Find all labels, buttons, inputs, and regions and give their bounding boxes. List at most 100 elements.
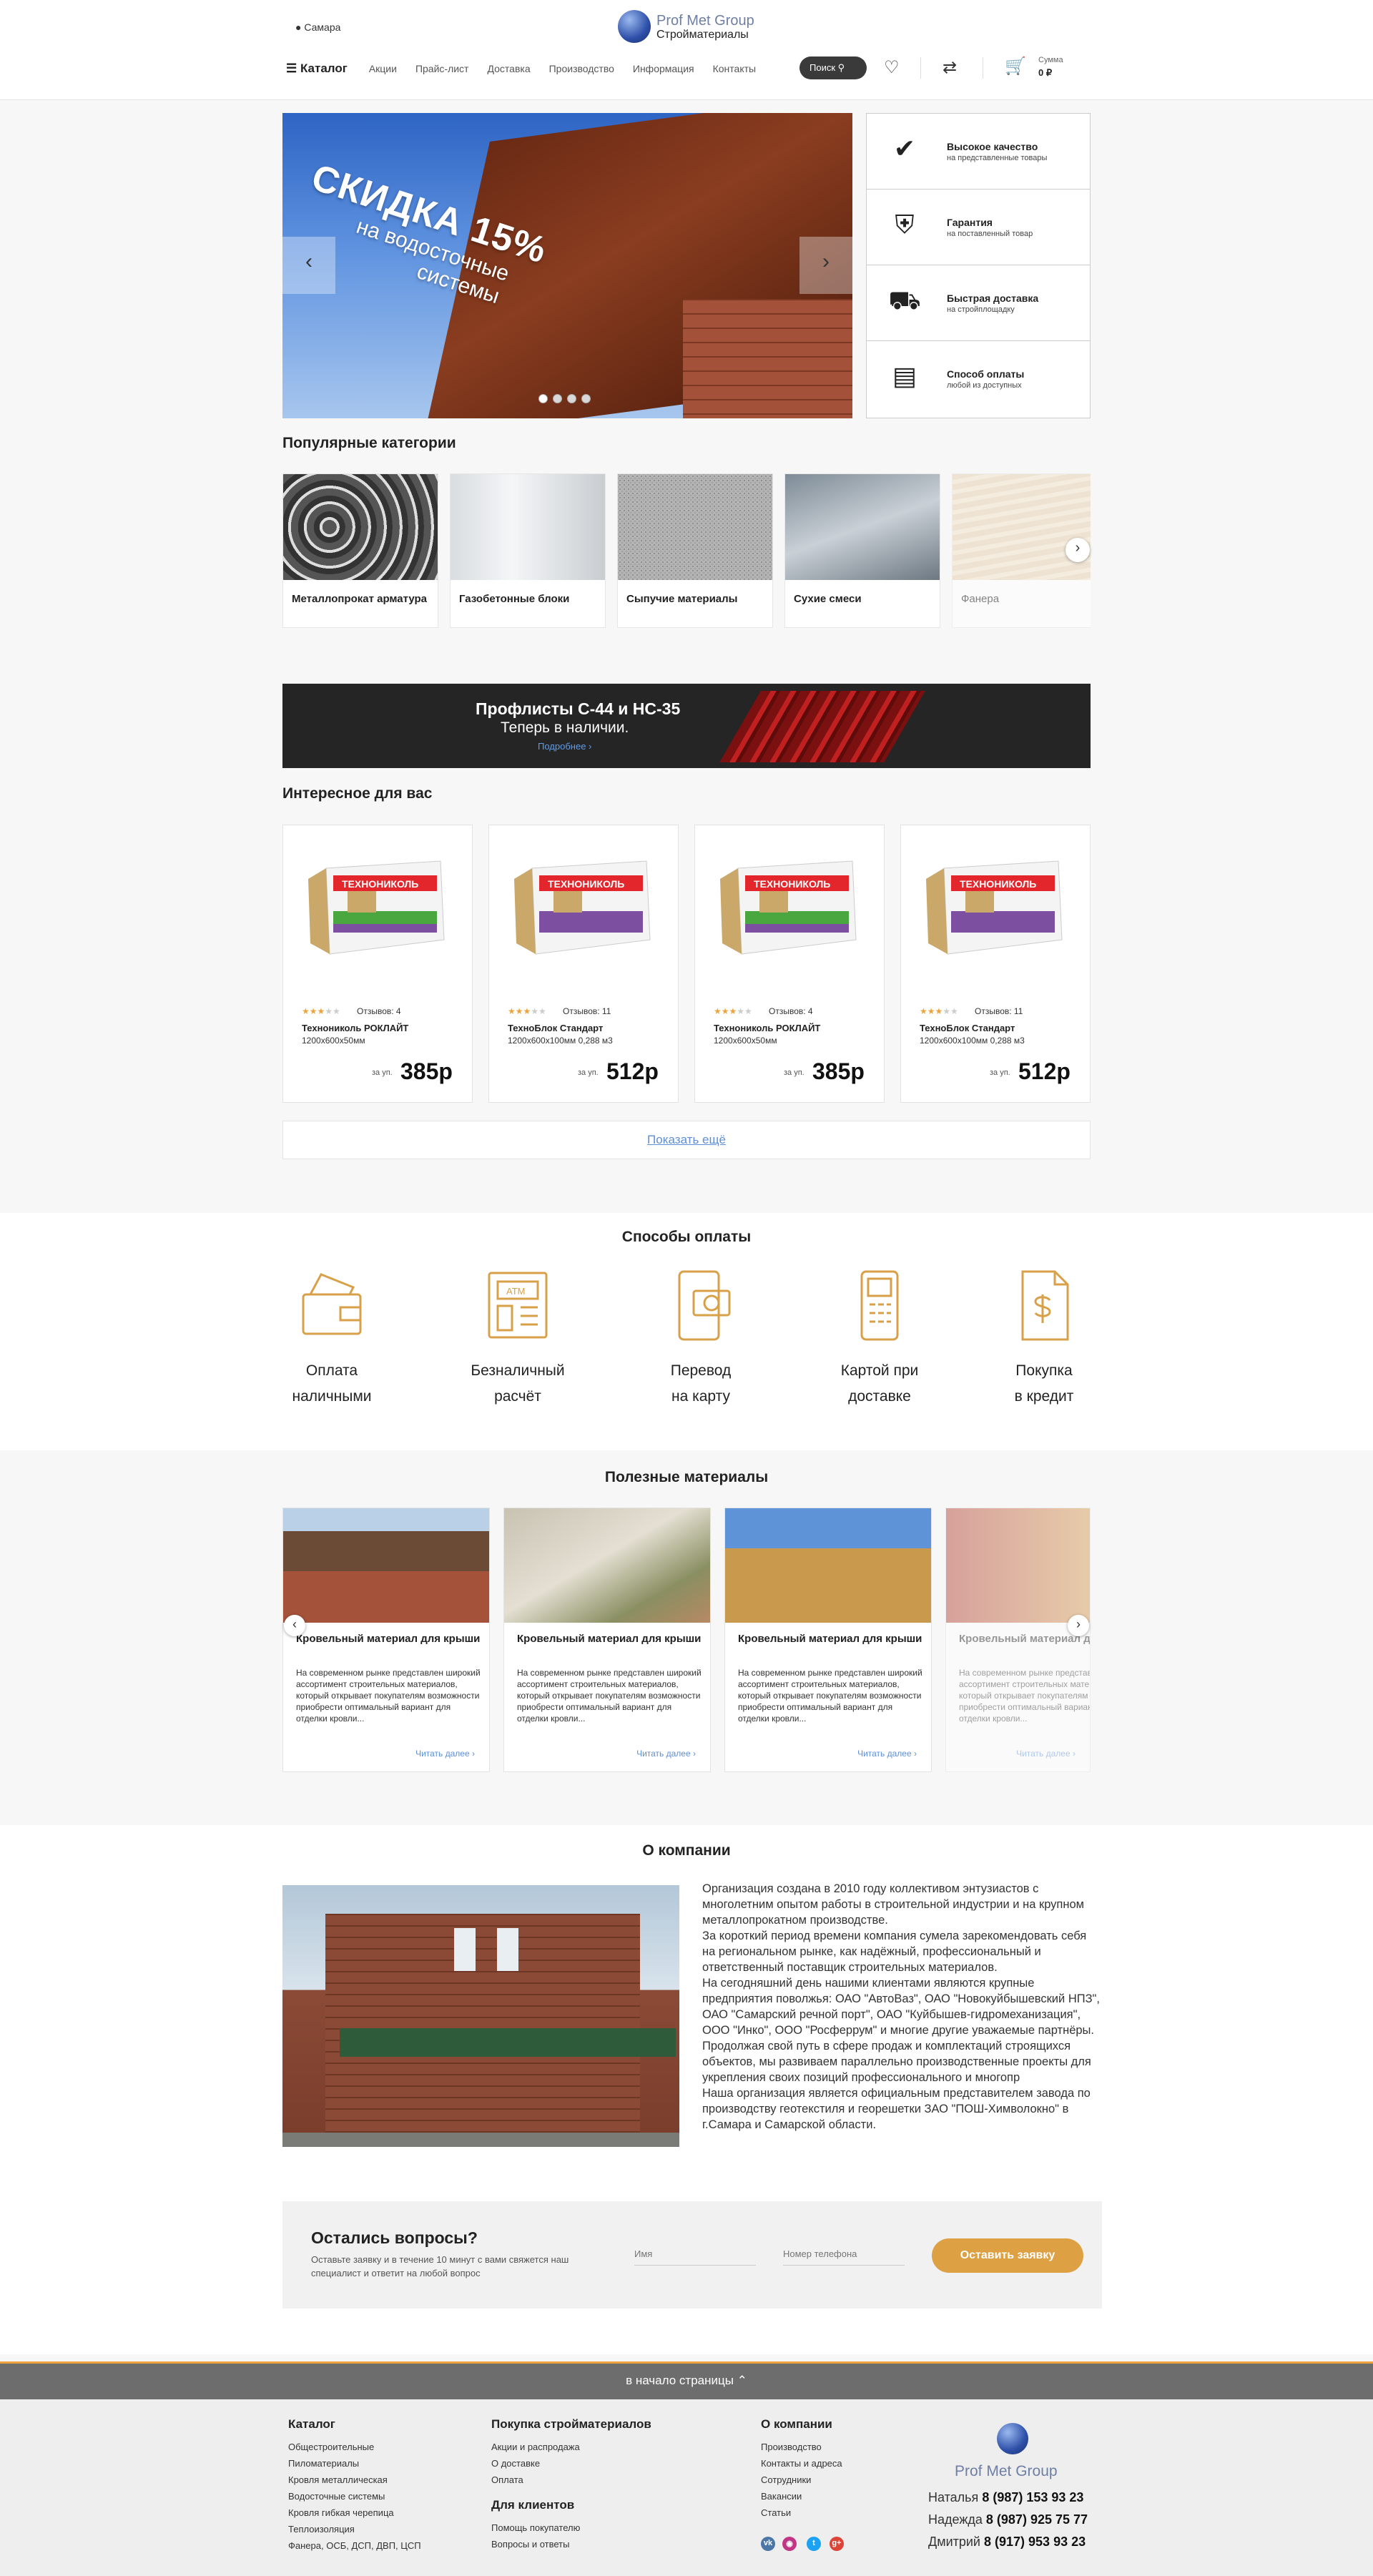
product-dims: 1200х600х100мм 0,288 м3 [920,1036,1025,1046]
read-more-link[interactable]: Читать далее › [636,1749,696,1759]
product-card[interactable]: ТЕХНОНИКОЛЬ ★★★★★ Отзывов: 4 Технониколь… [282,825,473,1103]
phone-number[interactable]: 8 (987) 925 75 77 [986,2512,1088,2527]
google-plus-icon[interactable]: g+ [830,2537,844,2551]
footer-link[interactable]: Акции и распродажа [491,2439,651,2455]
slider-dot[interactable] [581,394,591,403]
categories-next-button[interactable]: › [1066,538,1090,562]
footer-link[interactable]: Водосточные системы [288,2488,421,2504]
payment-label: Картой при [840,1362,919,1379]
categories-carousel: Металлопрокат арматура Газобетонные блок… [282,473,1091,628]
site-logo[interactable]: Prof Met Group Стройматериалы [618,10,761,46]
review-count[interactable]: Отзывов: 11 [563,1006,611,1016]
product-card[interactable]: ТЕХНОНИКОЛЬ ★★★★★ Отзывов: 11 ТехноБлок … [900,825,1091,1103]
feature-subtitle: на стройплощадку [947,305,1015,314]
footer-link[interactable]: Контакты и адреса [761,2455,842,2472]
rating-stars: ★★★★★ [508,1006,546,1016]
slider-dot[interactable] [538,394,548,403]
article-card[interactable]: Кровельный материал для крыши На совреме… [282,1508,490,1772]
heart-icon[interactable]: ♡ [884,57,900,78]
footer-link[interactable]: Фанера, ОСБ, ДСП, ДВП, ЦСП [288,2537,421,2554]
catalog-menu-button[interactable]: ☰ Каталог [286,62,348,76]
footer-link[interactable]: Кровля гибкая черепица [288,2504,421,2521]
article-text: На современном рынке представлен широкий… [959,1668,1091,1724]
phone-entry: Дмитрий 8 (917) 953 93 23 [928,2535,1086,2550]
nav-item-sales[interactable]: Акции [369,63,397,74]
nav-item-info[interactable]: Информация [633,63,694,74]
footer-link[interactable]: Кровля металлическая [288,2472,421,2488]
show-more-button[interactable]: Показать ещё [282,1121,1091,1159]
category-card[interactable]: Сухие смеси [784,473,940,628]
materials-next-button[interactable]: › [1068,1615,1089,1636]
compare-icon[interactable]: ⇄ [943,57,957,78]
slider-dot[interactable] [553,394,562,403]
phone-input[interactable] [783,2243,905,2266]
footer-col-company: О компании Производство Контакты и адрес… [761,2416,842,2521]
category-card[interactable]: Сыпучие материалы [617,473,773,628]
article-card[interactable]: Кровельный материал для крыши На совреме… [945,1508,1091,1772]
payment-method-cash: Оплата наличными [260,1266,403,1410]
read-more-link[interactable]: Читать далее › [857,1749,917,1759]
footer-link[interactable]: Вопросы и ответы [491,2536,651,2552]
review-count[interactable]: Отзывов: 4 [769,1006,813,1016]
instagram-icon[interactable]: ◉ [782,2537,797,2551]
slider-next-button[interactable]: › [799,237,852,294]
footer-link[interactable]: Статьи [761,2504,842,2521]
categories-title: Популярные категории [282,435,456,451]
footer-link[interactable]: Теплоизоляция [288,2521,421,2537]
review-count[interactable]: Отзывов: 4 [357,1006,401,1016]
phone-contact-name: Надежда [928,2512,983,2527]
cart-icon[interactable]: 🛒 [1005,56,1026,77]
article-text: На современном рынке представлен широкий… [738,1668,922,1724]
read-more-link[interactable]: Читать далее › [415,1749,475,1759]
nav-item-contacts[interactable]: Контакты [713,63,756,74]
name-input[interactable] [634,2243,756,2266]
slider-dot[interactable] [567,394,576,403]
product-name[interactable]: Технониколь РОКЛАЙТ [302,1023,408,1033]
footer-link[interactable]: Пиломатериалы [288,2455,421,2472]
search-button[interactable]: Поиск ⚲ [799,56,867,79]
footer-link[interactable]: Сотрудники [761,2472,842,2488]
banner-link[interactable]: Подробнее › [538,741,591,752]
promo-banner[interactable]: Профлисты С-44 и НС-35 Теперь в наличии.… [282,684,1091,768]
nav-item-pricelist[interactable]: Прайс-лист [415,63,469,74]
city-selector[interactable]: ● Самара [295,21,340,33]
article-card[interactable]: Кровельный материал для крыши На совреме… [503,1508,711,1772]
nav-item-delivery[interactable]: Доставка [487,63,530,74]
footer-link[interactable]: Помощь покупателю [491,2520,651,2536]
category-image [618,474,772,580]
product-name[interactable]: Технониколь РОКЛАЙТ [714,1023,820,1033]
slider-prev-button[interactable]: ‹ [282,237,335,294]
product-card[interactable]: ТЕХНОНИКОЛЬ ★★★★★ Отзывов: 11 ТехноБлок … [488,825,679,1103]
nav-item-production[interactable]: Производство [549,63,614,74]
twitter-icon[interactable]: t [807,2537,821,2551]
price-unit: за уп. [784,1068,804,1077]
product-name[interactable]: ТехноБлок Стандарт [920,1023,1015,1033]
article-title: Кровельный материал для крыши [296,1633,481,1645]
materials-prev-button[interactable]: ‹ [284,1615,305,1636]
read-more-link[interactable]: Читать далее › [1016,1749,1076,1759]
article-card[interactable]: Кровельный материал для крыши На совреме… [724,1508,932,1772]
phone-number[interactable]: 8 (987) 153 93 23 [982,2490,1083,2504]
payment-label: наличными [292,1388,372,1405]
vk-icon[interactable]: vk [761,2537,775,2551]
product-name[interactable]: ТехноБлок Стандарт [508,1023,603,1033]
price-unit: за уп. [578,1068,599,1077]
contact-text: Оставьте заявку и в течение 10 минут с в… [311,2254,569,2278]
article-title: Кровельный материал для крыши [738,1633,922,1645]
location-pin-icon: ● [295,21,302,33]
category-card[interactable]: Газобетонные блоки [450,473,606,628]
submit-request-button[interactable]: Оставить заявку [932,2238,1083,2273]
product-card[interactable]: ТЕХНОНИКОЛЬ ★★★★★ Отзывов: 4 Технониколь… [694,825,885,1103]
footer-link[interactable]: Производство [761,2439,842,2455]
feature-title: Гарантия [947,217,993,228]
footer-link[interactable]: Вакансии [761,2488,842,2504]
review-count[interactable]: Отзывов: 11 [975,1006,1023,1016]
footer-link[interactable]: О доставке [491,2455,651,2472]
footer-link[interactable]: Общестроительные [288,2439,421,2455]
footer-link[interactable]: Оплата [491,2472,651,2488]
back-to-top-button[interactable]: в начало страницы ⌃ [0,2361,1373,2399]
phone-number[interactable]: 8 (917) 953 93 23 [984,2535,1086,2549]
phone-entry: Наталья 8 (987) 153 93 23 [928,2490,1083,2505]
category-card[interactable]: Металлопрокат арматура [282,473,438,628]
hero-slider[interactable]: СКИДКА 15% на водосточные системы ‹ › [282,113,852,418]
